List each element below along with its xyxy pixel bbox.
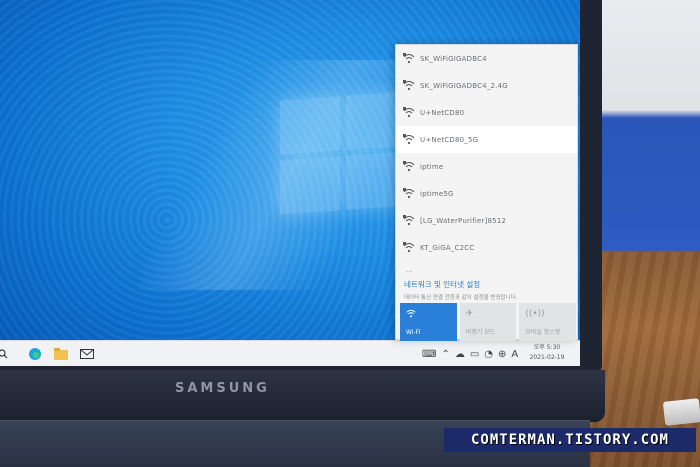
laptop-brand-logo: SAMSUNG [175,381,270,396]
secured-wifi-icon [403,161,415,172]
keyboard-icon[interactable]: ⌨ [422,349,436,360]
secured-wifi-icon [403,242,415,253]
network-ssid: U+NetCD80 [420,108,465,117]
secured-wifi-icon [403,188,415,199]
file-explorer-icon[interactable] [52,345,70,363]
search-icon[interactable] [0,345,12,363]
network-ssid: iptime [420,162,444,171]
network-ssid: KT_GiGA_C2CC [420,243,475,252]
mobile-hotspot-tile[interactable]: ((•)) 모바일 핫스팟 [519,303,577,341]
more-networks-indicator: ... [406,266,413,274]
watermark: COMTERMAN.TISTORY.COM [444,428,696,452]
hotspot-icon: ((•)) [525,309,545,319]
airplane-tile-label: 비행기 모드 [465,329,496,336]
mail-icon[interactable] [78,345,96,363]
network-list: SK_WiFiGIGADBC4 SK_WiFiGIGADBC4_2.4G U+Net… [396,45,577,261]
network-item[interactable]: U+NetCD80 [396,99,577,126]
globe-icon[interactable]: ⊕ [498,349,506,360]
system-tray: ⌨ ⌃ ☁ ▭ ◔ ⊕ A [422,346,518,362]
hotspot-tile-label: 모바일 핫스팟 [525,329,561,336]
secured-wifi-icon [403,134,415,145]
clock[interactable]: 오후 5:30 2021-02-19 [518,343,576,363]
network-item[interactable]: KT_GiGA_C2CC [396,234,577,261]
network-ssid: iptime5G [420,189,454,198]
usb-dongle [662,398,700,426]
chevron-up-icon[interactable]: ⌃ [441,349,449,360]
windows-logo-wallpaper [280,91,410,218]
wifi-icon [406,309,416,321]
wifi-tile-label: Wi-Fi [406,329,421,336]
network-ssid: SK_WiFiGIGADBC4_2.4G [420,81,508,90]
edge-browser-icon[interactable] [26,345,44,363]
battery-icon[interactable]: ▭ [470,349,479,360]
taskbar: ⌨ ⌃ ☁ ▭ ◔ ⊕ A 오후 5:30 2021-02-19 [0,340,580,366]
network-item[interactable]: SK_WiFiGIGADBC4_2.4G [396,72,577,99]
cloud-icon[interactable]: ☁ [455,349,465,360]
secured-wifi-icon [403,215,415,226]
clock-time: 오후 5:30 [533,344,561,351]
quick-action-tiles: Wi-Fi ✈ 비행기 모드 ((•)) 모바일 핫스팟 [400,303,577,341]
desktop-screen: ⌨ ⌃ ☁ ▭ ◔ ⊕ A 오후 5:30 2021-02-19 SK_WiFi… [0,0,580,366]
network-item[interactable]: SK_WiFiGIGADBC4 [396,45,577,72]
network-ssid: U+NetCD80_5G [420,135,479,144]
secured-wifi-icon [403,107,415,118]
wifi-flyout: SK_WiFiGIGADBC4 SK_WiFiGIGADBC4_2.4G U+Net… [395,44,578,341]
network-item[interactable]: iptime5G [396,180,577,207]
settings-title: 네트워크 및 인터넷 설정 [404,280,481,289]
network-icon[interactable]: ◔ [484,349,493,360]
clock-date: 2021-02-19 [529,354,565,361]
airplane-icon: ✈ [465,309,474,319]
laptop-lid: ⌨ ⌃ ☁ ▭ ◔ ⊕ A 오후 5:30 2021-02-19 SK_WiFi… [0,0,602,372]
network-ssid: [LG_WaterPurifier]8512 [420,216,507,225]
airplane-mode-tile[interactable]: ✈ 비행기 모드 [459,303,517,341]
settings-subtitle: 데이터 통신 연결 전환과 같이 설정을 변경합니다. [404,295,518,301]
network-item[interactable]: iptime [396,153,577,180]
laptop-hinge [0,370,605,422]
network-ssid: SK_WiFiGIGADBC4 [420,54,487,63]
network-item[interactable]: U+NetCD80_5G [396,126,577,153]
secured-wifi-icon [403,80,415,91]
secured-wifi-icon [403,53,415,64]
network-item[interactable]: [LG_WaterPurifier]8512 [396,207,577,234]
network-settings-link[interactable]: 네트워크 및 인터넷 설정 데이터 통신 연결 전환과 같이 설정을 변경합니다… [404,279,574,301]
wifi-toggle-tile[interactable]: Wi-Fi [400,303,457,341]
